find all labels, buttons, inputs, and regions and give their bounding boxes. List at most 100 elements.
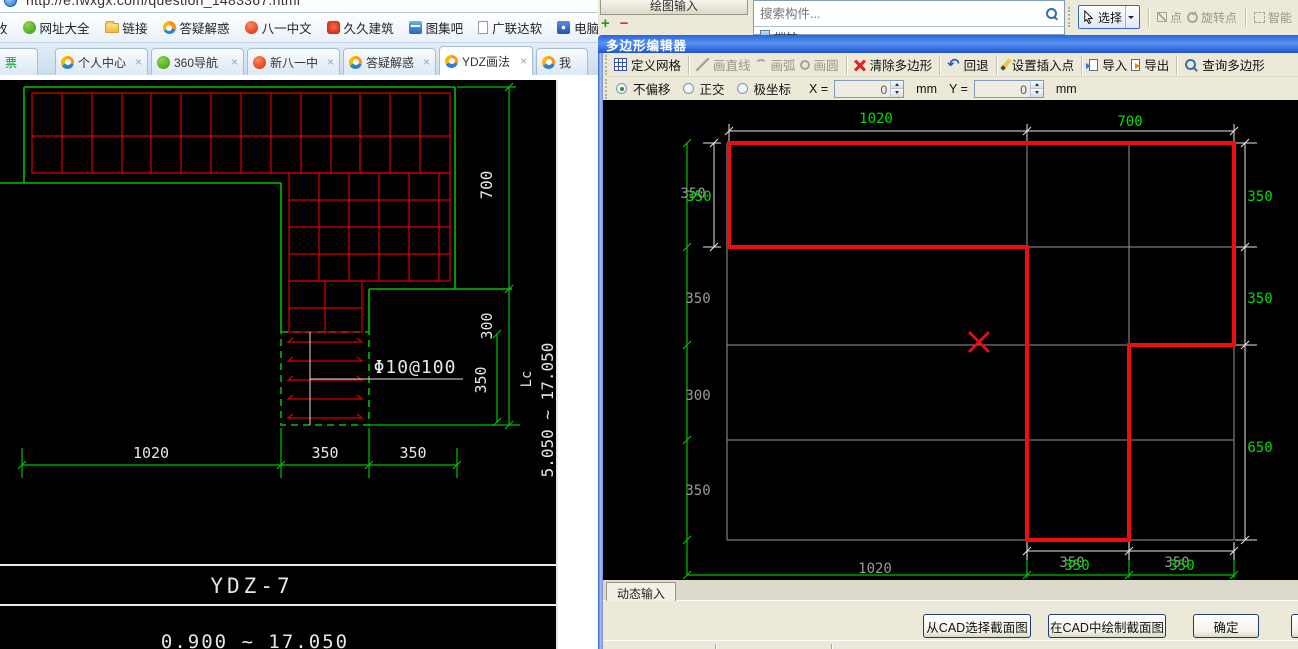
close-icon[interactable]: × xyxy=(520,54,527,68)
address-url[interactable]: http://e.fwxgx.com/question_1483367.html xyxy=(26,0,598,8)
x-label: X = xyxy=(809,81,829,96)
svg-text:700: 700 xyxy=(477,171,496,200)
magnifier-icon xyxy=(1184,58,1198,72)
smart-icon xyxy=(1254,11,1266,23)
zoom-out-button[interactable]: − xyxy=(620,15,629,32)
bookmark-item[interactable]: 电脑最下 xyxy=(557,18,598,37)
search-icon[interactable] xyxy=(1045,7,1059,21)
clear-x-icon xyxy=(854,59,866,71)
favicon xyxy=(349,55,362,69)
dynamic-input-tab[interactable]: 动态输入 xyxy=(606,582,677,601)
y-input[interactable]: 0 xyxy=(973,79,1044,98)
set-insert-point-button[interactable]: 设置插入点 xyxy=(999,55,1074,74)
x-input[interactable]: 0 xyxy=(834,79,905,98)
svg-text:700: 700 xyxy=(1117,114,1142,130)
close-icon[interactable]: × xyxy=(135,55,142,69)
smart-tool-button[interactable]: 智能 xyxy=(1254,9,1292,26)
tab-ydz-active[interactable]: YDZ画法 × xyxy=(439,46,533,75)
polygon-editor-dialog: 多边形编辑器 定义网格 画直线 画弧 画圆 清除多边形 ↶ 回退 设置插入点 导… xyxy=(598,35,1298,649)
bookmark-item[interactable]: 网址大全 xyxy=(22,18,90,37)
favicon xyxy=(445,54,458,68)
import-button[interactable]: 导入 xyxy=(1086,55,1127,74)
cancel-button[interactable]: 取消 xyxy=(1291,614,1298,638)
radio-no-offset[interactable] xyxy=(616,83,627,94)
select-from-cad-button[interactable]: 从CAD选择截面图 xyxy=(923,614,1031,638)
define-grid-button[interactable]: 定义网格 xyxy=(614,55,681,74)
screen: http://e.fwxgx.com/question_1483367.html… xyxy=(0,0,1298,649)
tab-draw-input[interactable]: 绘图输入 xyxy=(600,0,748,15)
close-icon[interactable]: × xyxy=(423,55,430,69)
circle-icon xyxy=(799,59,810,70)
album-icon xyxy=(408,21,422,34)
y-unit: mm xyxy=(1055,81,1077,96)
bookmark-item[interactable]: 久久建筑 xyxy=(326,18,394,37)
bookmark-item[interactable]: 八一中文 xyxy=(244,18,312,37)
paw-icon xyxy=(557,21,571,34)
bookmark-item[interactable]: 答疑解惑 xyxy=(162,18,230,37)
draw-line-button[interactable]: 画直线 xyxy=(696,55,751,74)
svg-text:350: 350 xyxy=(399,444,426,462)
select-tool-button[interactable]: 选择 xyxy=(1078,5,1141,29)
separator xyxy=(995,54,997,75)
radio-polar[interactable] xyxy=(736,83,748,94)
tab-dayi[interactable]: 答疑解惑 × xyxy=(343,48,436,75)
svg-text:1020: 1020 xyxy=(858,561,892,577)
draw-in-cad-button[interactable]: 在CAD中绘制截面图 xyxy=(1048,614,1166,638)
select-dropdown-button[interactable] xyxy=(1125,6,1136,28)
arc-icon xyxy=(754,58,767,71)
close-icon[interactable]: × xyxy=(231,55,238,69)
svg-text:350: 350 xyxy=(311,444,338,462)
address-bar[interactable]: http://e.fwxgx.com/question_1483367.html xyxy=(0,0,598,13)
tab-360-nav[interactable]: 360导航 × xyxy=(151,48,244,75)
draw-arc-button[interactable]: 画弧 xyxy=(754,55,796,74)
draw-circle-button[interactable]: 画圆 xyxy=(799,55,839,74)
bookmark-item[interactable]: 链接 xyxy=(104,18,148,37)
close-icon[interactable]: × xyxy=(327,55,334,69)
x-spinner[interactable] xyxy=(890,80,904,97)
toolbar-grip xyxy=(1068,7,1071,27)
dialog-titlebar[interactable]: 多边形编辑器 xyxy=(598,35,1298,53)
separator xyxy=(1176,54,1178,75)
bookmarks-bar: 收 网址大全 链接 答疑解惑 八一中文 久久建筑 图集吧 广联达软 电脑最下 xyxy=(0,13,598,43)
rotate-point-button[interactable]: 旋转点 xyxy=(1187,9,1237,26)
dialog-body: 定义网格 画直线 画弧 画圆 清除多边形 ↶ 回退 设置插入点 导入 导出 查询多… xyxy=(603,53,1298,649)
svg-text:1020: 1020 xyxy=(859,111,893,127)
tab-xinbayi[interactable]: 新八一中 × xyxy=(247,48,340,75)
bookmark-item-clipped[interactable]: 收 xyxy=(0,18,8,37)
component-list-panel: 端柱 xyxy=(753,0,1065,36)
tab-clipped-right[interactable]: 我 xyxy=(536,48,588,75)
y-label: Y = xyxy=(949,81,968,96)
chevron-down-icon xyxy=(1128,15,1135,22)
import-icon xyxy=(1086,58,1099,71)
nav-collection-icon xyxy=(22,21,36,34)
export-button[interactable]: 导出 xyxy=(1131,55,1169,74)
undo-button[interactable]: ↶ 回退 xyxy=(947,55,989,74)
zoom-in-button[interactable]: + xyxy=(601,15,610,32)
rotate-point-icon xyxy=(1187,11,1199,23)
page-icon xyxy=(478,21,489,34)
separator xyxy=(939,54,941,75)
y-spinner[interactable] xyxy=(1029,80,1043,97)
dialog-title: 多边形编辑器 xyxy=(606,38,688,53)
dialog-button-row: 从CAD选择截面图 在CAD中绘制截面图 确定 取消 xyxy=(603,601,1298,640)
bookmark-item[interactable]: 图集吧 xyxy=(408,18,463,37)
tab-personal-center[interactable]: 个人中心 × xyxy=(55,48,148,75)
separator xyxy=(1081,54,1083,75)
svg-text:650: 650 xyxy=(1247,440,1272,456)
bookmark-item[interactable]: 广联达软 xyxy=(478,18,542,37)
svg-text:350: 350 xyxy=(685,483,710,499)
svg-text:350: 350 xyxy=(686,189,711,205)
polygon-toolbar: 定义网格 画直线 画弧 画圆 清除多边形 ↶ 回退 设置插入点 导入 导出 查询多… xyxy=(603,53,1298,77)
point-icon xyxy=(1157,12,1168,22)
tab-clipped[interactable]: 票 xyxy=(0,48,38,75)
search-input[interactable] xyxy=(754,1,1064,27)
radio-ortho[interactable] xyxy=(682,83,694,94)
point-tool-button[interactable]: 点 xyxy=(1157,9,1182,26)
polygon-canvas[interactable]: 1020 700 350 350 350 300 350 350 350 650… xyxy=(603,100,1298,580)
query-polygon-button[interactable]: 查询多边形 xyxy=(1184,55,1265,74)
clear-polygon-button[interactable]: 清除多边形 xyxy=(854,55,933,74)
grid-icon xyxy=(614,58,627,71)
flame-icon xyxy=(244,21,258,34)
ok-button[interactable]: 确定 xyxy=(1193,614,1259,638)
svg-text:350: 350 xyxy=(1247,291,1272,307)
